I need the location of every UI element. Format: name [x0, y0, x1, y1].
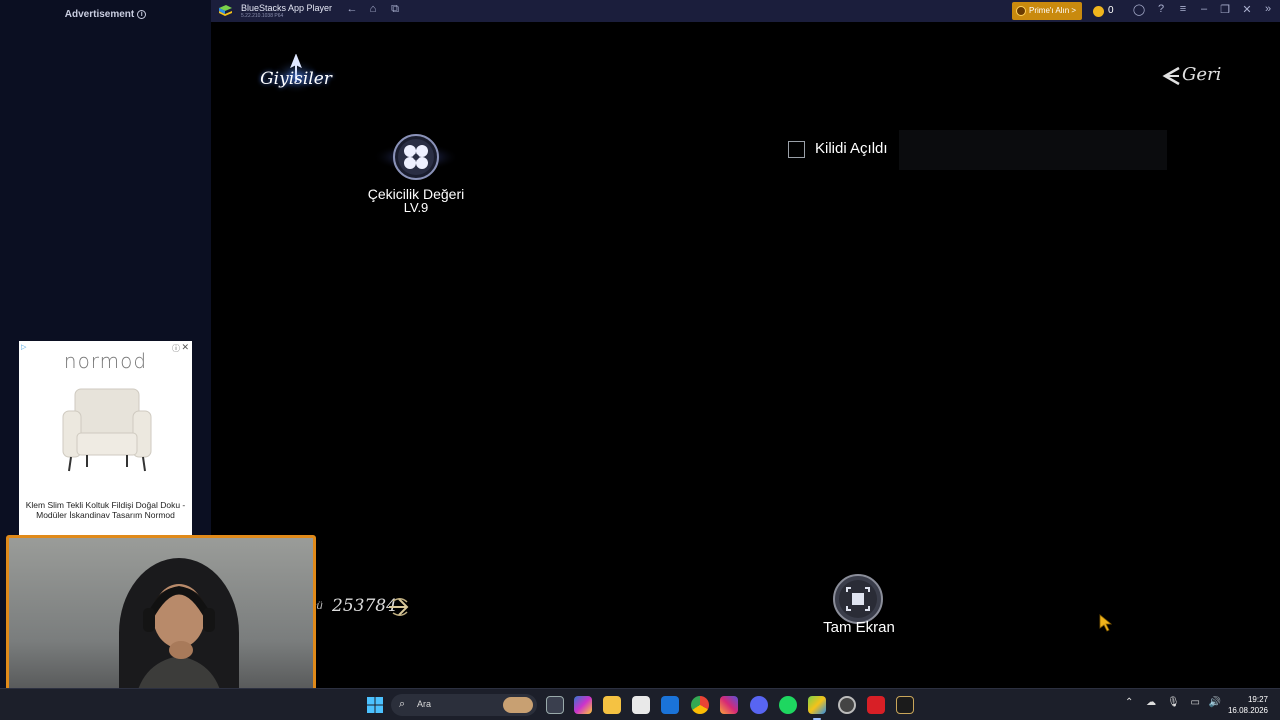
unlocked-checkbox[interactable]: [788, 141, 805, 158]
coin-balance[interactable]: 0: [1091, 2, 1114, 20]
microphone-icon[interactable]: 🎙: [1167, 697, 1180, 708]
minimize-icon[interactable]: –: [1196, 3, 1212, 15]
search-placeholder: Ara: [417, 699, 432, 709]
clothes-tab-label: Giyisiler: [260, 69, 332, 89]
clock-time: 19:27: [1247, 695, 1268, 704]
home-icon[interactable]: ⌂: [365, 3, 381, 15]
advertisement-text: Advertisement: [64, 9, 135, 20]
taskbar-clock[interactable]: 19:27 16.08.2026: [1228, 694, 1268, 716]
get-prime-button[interactable]: Prime'ı Alın >: [1012, 2, 1082, 20]
obs-icon[interactable]: [838, 696, 856, 714]
outlook-icon[interactable]: [661, 696, 679, 714]
back-button[interactable]: Geri: [1159, 64, 1222, 88]
taskbar-search[interactable]: ⌕ Ara: [391, 694, 537, 716]
restore-icon[interactable]: ❐: [1217, 3, 1233, 16]
chevron-up-icon[interactable]: ⌃: [1125, 697, 1133, 708]
prime-label: Prime'ı Alın >: [1029, 6, 1077, 15]
m365-icon[interactable]: [574, 696, 592, 714]
folder-icon[interactable]: [603, 696, 621, 714]
clock-date: 16.08.2026: [1227, 706, 1268, 715]
coin-icon: [1093, 6, 1104, 17]
app-version: 5.22.210.1038 P64: [241, 13, 284, 19]
help-icon[interactable]: ?: [1153, 3, 1169, 15]
discord-icon[interactable]: [750, 696, 768, 714]
advertisement-label: Advertisement i: [0, 9, 211, 20]
bluestacks-taskbar-icon[interactable]: [808, 696, 826, 720]
charm-value-badge[interactable]: Çekicilik Değeri LV.9: [351, 130, 481, 230]
close-icon[interactable]: ✕: [1239, 3, 1255, 16]
back-chevron-icon: [1162, 66, 1180, 86]
search-highlight-image: [503, 697, 533, 713]
fullscreen-button[interactable]: Tam Ekran: [809, 572, 909, 642]
system-tray[interactable]: ⌃ ☁ 🎙 ▭ 🔊: [1125, 697, 1221, 708]
coin-count: 0: [1108, 5, 1114, 16]
account-icon[interactable]: ◯: [1131, 3, 1147, 16]
sidebar-toggle-icon[interactable]: »: [1260, 3, 1276, 15]
game-viewport[interactable]: Giyisiler Geri Çekicilik Değeri LV.9 Kil…: [211, 22, 1280, 688]
prime-icon: [1016, 6, 1026, 16]
task-view-icon[interactable]: [546, 696, 564, 714]
red-app-icon[interactable]: [867, 696, 885, 714]
menu-icon[interactable]: ≡: [1175, 3, 1191, 15]
charm-level-label: LV.9: [403, 200, 429, 215]
store-icon[interactable]: [632, 696, 650, 714]
back-arrow-icon[interactable]: ←: [344, 3, 360, 15]
ad-brand-logo: normod: [63, 349, 148, 373]
clover-emblem-icon: [373, 134, 459, 180]
unlocked-label: Kilidi Açıldı: [815, 140, 888, 157]
bluestacks-logo-icon: [219, 5, 232, 16]
display-icon[interactable]: ▭: [1190, 697, 1199, 708]
streamer-figure: [134, 584, 224, 708]
ad-caption[interactable]: Klem Slim Tekli Koltuk Fildişi Doğal Dok…: [23, 500, 188, 520]
webcam-overlay: [6, 535, 316, 713]
spotify-icon[interactable]: [779, 696, 797, 714]
volume-icon[interactable]: 🔊: [1209, 697, 1221, 708]
instagram-icon[interactable]: [720, 696, 738, 714]
title-bar: BlueStacks App Player 5.22.210.1038 P64 …: [211, 0, 1280, 22]
app-title: BlueStacks App Player: [241, 3, 333, 13]
league-icon[interactable]: [896, 696, 914, 714]
back-label: Geri: [1182, 64, 1222, 85]
cloud-icon[interactable]: ☁: [1146, 697, 1156, 708]
currency-display: cü 253784: [311, 594, 421, 620]
clothes-tab[interactable]: Giyisiler: [241, 54, 351, 106]
filter-panel[interactable]: [899, 130, 1167, 170]
feather-currency-icon: [389, 598, 409, 616]
fullscreen-icon: [833, 574, 883, 624]
taskbar: ⌕ Ara ⌃ ☁ 🎙 ▭ 🔊 19:27 16.08.2026: [0, 688, 1280, 720]
ad-card[interactable]: ▷ ⓘ ✕ normod Klem Slim Tekli Koltuk Fild…: [19, 341, 192, 535]
windows-start-icon[interactable]: [367, 697, 383, 713]
fullscreen-label: Tam Ekran: [823, 619, 895, 636]
mouse-cursor-icon: [1099, 614, 1113, 632]
multi-instance-icon[interactable]: ⧉: [387, 3, 403, 16]
chrome-icon[interactable]: [691, 696, 709, 714]
armchair-image: [62, 388, 152, 472]
search-icon: ⌕: [399, 698, 406, 710]
info-icon[interactable]: i: [137, 10, 147, 19]
